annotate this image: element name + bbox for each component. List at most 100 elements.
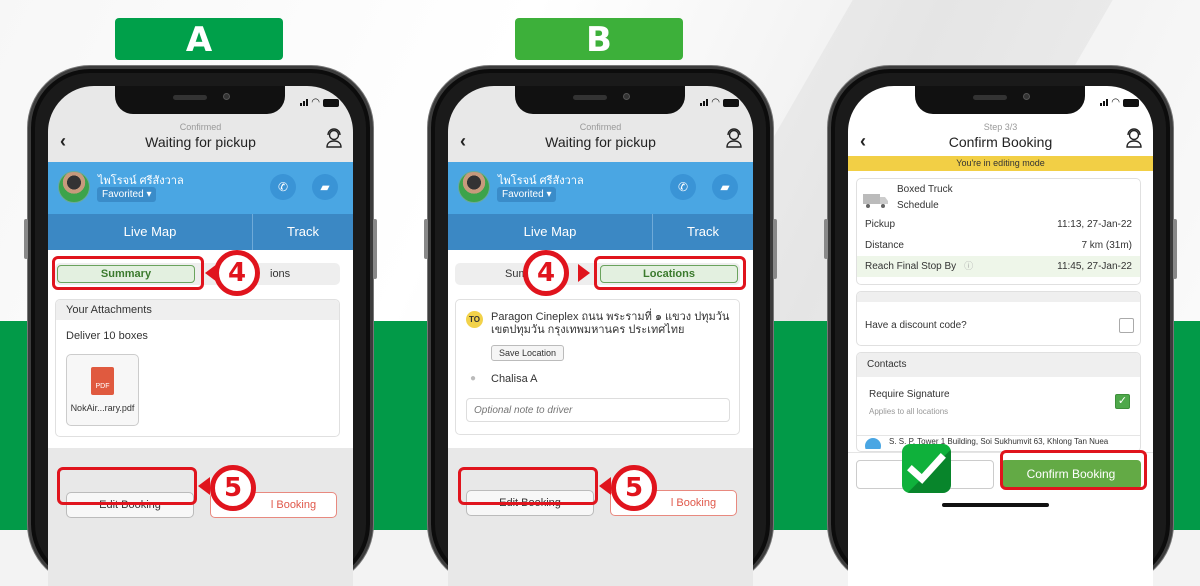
location-address: Paragon Cineplex ถนน พระรามที่ ๑ แขวง ปท… <box>491 311 730 336</box>
attachments-header: Your Attachments <box>56 300 339 320</box>
side-button <box>824 219 828 259</box>
highlight-confirm-booking <box>1000 450 1147 490</box>
booking-mode: Schedule <box>897 200 939 211</box>
pickup-row: Pickup 11:13, 27-Jan-22 <box>857 214 1140 235</box>
notch <box>515 86 685 114</box>
signature-label: Require Signature <box>869 389 950 400</box>
phone-icon[interactable]: ✆ <box>270 174 296 200</box>
label-b: B <box>515 18 683 60</box>
save-location-button[interactable]: Save Location <box>491 345 565 361</box>
tab-track[interactable]: Track <box>653 214 753 250</box>
avatar <box>458 171 490 203</box>
vehicle-type: Boxed Truck <box>897 184 953 195</box>
header-title: Confirm Booking <box>948 134 1053 150</box>
final-stop-row: Reach Final Stop By ⓘ 11:45, 27-Jan-22 <box>857 256 1140 277</box>
row-value: 11:45, 27-Jan-22 <box>1057 261 1132 272</box>
signal-icon <box>1100 99 1109 106</box>
signature-sublabel: Applies to all locations <box>869 407 949 416</box>
help-icon[interactable]: ⓘ <box>964 261 973 271</box>
tab-track[interactable]: Track <box>253 214 353 250</box>
truck-icon <box>863 194 888 208</box>
contacts-card: Contacts Require Signature Applies to al… <box>856 352 1141 452</box>
location-card: TO Paragon Cineplex ถนน พระรามที่ ๑ แขวง… <box>455 299 740 435</box>
screen: ◠ Confirmed Waiting for pickup ‹ ไพโรจน์… <box>448 86 753 586</box>
back-icon[interactable]: ‹ <box>860 131 866 152</box>
tab-live-map[interactable]: Live Map <box>448 214 653 250</box>
screen: ◠ Confirmed Waiting for pickup ‹ ไพโรจน์… <box>48 86 353 586</box>
discount-card: Have a discount code? <box>856 291 1141 346</box>
avatar <box>58 171 90 203</box>
support-agent-icon[interactable] <box>325 128 343 148</box>
side-button <box>1173 219 1177 279</box>
step-5-badge: 5 <box>611 465 657 511</box>
back-icon[interactable]: ‹ <box>460 131 466 152</box>
driver-bar: ไพโรจน์ ศรีสังวาล Favorited ▾ ✆ ▰ <box>448 162 753 214</box>
battery-icon <box>1123 98 1139 107</box>
highlight-edit-booking <box>57 467 197 505</box>
header-title: Waiting for pickup <box>145 134 256 150</box>
phone-b: ◠ Confirmed Waiting for pickup ‹ ไพโรจน์… <box>424 66 777 586</box>
row-value: 11:13, 27-Jan-22 <box>1057 219 1132 230</box>
wifi-icon: ◠ <box>1111 97 1120 108</box>
tab-bar: Live Map Track <box>48 214 353 250</box>
pointer-arrow <box>198 477 210 495</box>
support-agent-icon[interactable] <box>725 128 743 148</box>
screen: ◠ Step 3/3 Confirm Booking ‹ You're in e… <box>848 86 1153 586</box>
wifi-icon: ◠ <box>311 97 320 108</box>
pointer-arrow <box>578 264 590 282</box>
header-subtitle: Step 3/3 <box>983 122 1018 132</box>
side-button <box>373 219 377 279</box>
phone-c: ◠ Step 3/3 Confirm Booking ‹ You're in e… <box>824 66 1177 586</box>
battery-icon <box>323 98 339 107</box>
back-icon[interactable]: ‹ <box>60 131 66 152</box>
row-label: Pickup <box>865 219 896 230</box>
person-icon: ● <box>470 373 477 384</box>
notch <box>115 86 285 114</box>
distance-row: Distance 7 km (31m) <box>857 235 1140 256</box>
contacts-header: Contacts <box>857 353 1140 377</box>
row-label: Distance <box>865 240 904 251</box>
to-tag: TO <box>466 311 483 328</box>
favorited-dropdown[interactable]: Favorited ▾ <box>497 187 557 202</box>
discount-checkbox[interactable] <box>1119 318 1134 333</box>
support-agent-icon[interactable] <box>1125 128 1143 148</box>
highlight-edit-booking <box>458 467 598 505</box>
delivery-note: Deliver 10 boxes <box>66 330 148 342</box>
chat-icon[interactable]: ▰ <box>312 174 338 200</box>
driver-note-input[interactable] <box>466 398 730 422</box>
header-subtitle: Confirmed <box>179 122 222 132</box>
pointer-arrow <box>599 477 611 495</box>
label-a: A <box>115 18 283 60</box>
editing-mode-banner: You're in editing mode <box>848 156 1153 171</box>
signal-icon <box>700 99 709 106</box>
checkmark-icon <box>902 444 951 493</box>
header-title: Waiting for pickup <box>545 134 656 150</box>
notch <box>915 86 1085 114</box>
battery-icon <box>723 98 739 107</box>
wifi-icon: ◠ <box>711 97 720 108</box>
signature-checkbox[interactable]: ✓ <box>1115 394 1130 409</box>
header: Confirmed Waiting for pickup ‹ <box>448 122 753 162</box>
contact-name: Chalisa A <box>491 373 538 385</box>
chat-icon[interactable]: ▰ <box>712 174 738 200</box>
row-label: Reach Final Stop By <box>865 261 957 272</box>
row-value: 7 km (31m) <box>1081 240 1132 251</box>
status-bar: ◠ <box>700 97 739 108</box>
favorited-dropdown[interactable]: Favorited ▾ <box>97 187 157 202</box>
home-indicator <box>942 503 1049 507</box>
tab-bar: Live Map Track <box>448 214 753 250</box>
discount-label: Have a discount code? <box>865 320 967 331</box>
attachments-card: Your Attachments Deliver 10 boxes PDF No… <box>55 299 340 437</box>
side-button <box>773 219 777 279</box>
booking-summary-card: Boxed Truck Schedule Pickup 11:13, 27-Jan… <box>856 178 1141 285</box>
side-button <box>24 219 28 259</box>
highlight-locations <box>594 256 746 290</box>
location-dot <box>865 438 881 449</box>
tab-live-map[interactable]: Live Map <box>48 214 253 250</box>
header: Confirmed Waiting for pickup ‹ <box>48 122 353 162</box>
highlight-summary <box>52 256 204 290</box>
step-4-badge: 4 <box>214 250 260 296</box>
step-5-badge: 5 <box>210 465 256 511</box>
phone-icon[interactable]: ✆ <box>670 174 696 200</box>
attachment-file[interactable]: PDF NokAir...rary.pdf <box>66 354 139 426</box>
